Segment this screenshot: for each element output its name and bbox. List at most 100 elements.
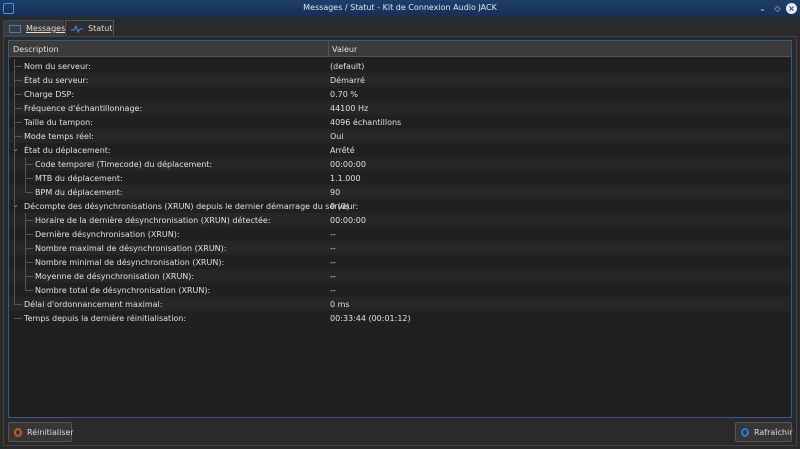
expand-chevron-icon[interactable]: ⌄ xyxy=(12,200,19,209)
row-description: État du serveur: xyxy=(24,76,89,85)
maximize-icon[interactable]: ◇ xyxy=(772,3,783,14)
tree-branch-line xyxy=(25,192,33,193)
tab-statut[interactable]: Statut xyxy=(65,20,114,37)
row-value: 0 ms xyxy=(330,300,350,309)
row-value: 0.70 % xyxy=(330,90,358,99)
tree-row[interactable]: Code temporel (Timecode) du déplacement:… xyxy=(9,157,791,171)
row-value: -- xyxy=(330,272,336,281)
tree-branch-line xyxy=(25,276,33,277)
row-value: -- xyxy=(330,286,336,295)
row-description: Nombre maximal de désynchronisation (XRU… xyxy=(35,244,227,253)
tree-row[interactable]: Mode temps réel: Oui xyxy=(9,129,791,143)
tree-branch-line xyxy=(25,234,33,235)
close-icon[interactable]: × xyxy=(786,3,797,14)
tree-branch-line xyxy=(14,66,22,67)
tree-branch-line xyxy=(25,262,33,263)
minimize-icon[interactable]: ⌄ xyxy=(757,3,768,14)
tree-guide-line xyxy=(25,213,26,290)
tree-branch-line xyxy=(14,318,22,319)
row-value: 4096 échantillons xyxy=(330,118,402,127)
tree-row[interactable]: ⌄ Décompte des désynchronisations (XRUN) … xyxy=(9,199,791,213)
tree-row[interactable]: Nombre maximal de désynchronisation (XRU… xyxy=(9,241,791,255)
header-value[interactable]: Valeur xyxy=(332,45,357,54)
tree-row[interactable]: Nom du serveur: (default) xyxy=(9,59,791,73)
tree-row[interactable]: Nombre minimal de désynchronisation (XRU… xyxy=(9,255,791,269)
row-description: Décompte des désynchronisations (XRUN) d… xyxy=(24,202,359,211)
tree-row[interactable]: Dernière désynchronisation (XRUN): -- xyxy=(9,227,791,241)
row-description: BPM du déplacement: xyxy=(35,188,123,197)
tree-branch-line xyxy=(14,94,22,95)
tree-row[interactable]: Délai d'ordonnancement maximal: 0 ms xyxy=(9,297,791,311)
row-description: État du déplacement: xyxy=(24,146,111,155)
row-description: Nombre total de désynchronisation (XRUN)… xyxy=(35,286,211,295)
row-value: 00:00:00 xyxy=(330,160,366,169)
row-description: Nom du serveur: xyxy=(24,62,91,71)
row-description: Mode temps réel: xyxy=(24,132,94,141)
refresh-button[interactable]: Rafraîchir xyxy=(735,422,793,442)
tree-branch-line xyxy=(25,290,33,291)
row-value: Arrêté xyxy=(330,146,355,155)
tree-row[interactable]: Charge DSP: 0.70 % xyxy=(9,87,791,101)
tree-branch-line xyxy=(14,136,22,137)
row-value: Oui xyxy=(330,132,344,141)
row-value: 0 (0) xyxy=(330,202,349,211)
reset-label: Réinitialiser xyxy=(27,428,74,437)
row-value: 44100 Hz xyxy=(330,104,369,113)
row-description: Nombre minimal de désynchronisation (XRU… xyxy=(35,258,225,267)
messages-icon xyxy=(9,25,21,33)
tree-branch-line xyxy=(25,164,33,165)
refresh-label: Rafraîchir xyxy=(754,428,793,437)
tab-statut-label: Statut xyxy=(88,24,113,33)
tree-row[interactable]: Nombre total de désynchronisation (XRUN)… xyxy=(9,283,791,297)
row-description: Horaire de la dernière désynchronisation… xyxy=(35,216,271,225)
tab-messages[interactable]: Messages xyxy=(3,20,66,36)
row-value: -- xyxy=(330,230,336,239)
tree-row[interactable]: ⌄ État du déplacement: Arrêté xyxy=(9,143,791,157)
row-description: Fréquence d'échantillonnage: xyxy=(24,104,143,113)
row-description: Temps depuis la dernière réinitialisatio… xyxy=(24,314,187,323)
tree-guide-line xyxy=(25,157,26,192)
tree-row[interactable]: Moyenne de désynchronisation (XRUN): -- xyxy=(9,269,791,283)
expand-chevron-icon[interactable]: ⌄ xyxy=(12,144,19,153)
row-description: Code temporel (Timecode) du déplacement: xyxy=(35,160,213,169)
reset-icon xyxy=(14,428,22,437)
header-description[interactable]: Description xyxy=(13,45,59,54)
row-value: 1.1.000 xyxy=(330,174,361,183)
row-description: Délai d'ordonnancement maximal: xyxy=(24,300,163,309)
row-description: Dernière désynchronisation (XRUN): xyxy=(35,230,180,239)
status-tree[interactable]: Description Valeur Nom du serveur: (defau… xyxy=(8,40,792,418)
tree-branch-line xyxy=(14,304,22,305)
tree-branch-line xyxy=(14,122,22,123)
row-description: Charge DSP: xyxy=(24,90,75,99)
row-value: 90 xyxy=(330,188,341,197)
row-value: -- xyxy=(330,258,336,267)
tree-row[interactable]: Taille du tampon: 4096 échantillons xyxy=(9,115,791,129)
row-value: 00:33:44 (00:01:12) xyxy=(330,314,411,323)
tree-header: Description Valeur xyxy=(9,41,791,57)
tree-row[interactable]: Temps depuis la dernière réinitialisatio… xyxy=(9,311,791,325)
row-description: MTB du déplacement: xyxy=(35,174,123,183)
tree-branch-line xyxy=(25,248,33,249)
status-wave-icon xyxy=(71,25,83,33)
tree-branch-line xyxy=(25,220,33,221)
tree-row[interactable]: MTB du déplacement: 1.1.000 xyxy=(9,171,791,185)
row-value: (default) xyxy=(330,62,365,71)
tree-branch-line xyxy=(25,178,33,179)
window-title: Messages / Statut - Kit de Connexion Aud… xyxy=(303,3,497,12)
row-description: Moyenne de désynchronisation (XRUN): xyxy=(35,272,195,281)
tree-row[interactable]: Horaire de la dernière désynchronisation… xyxy=(9,213,791,227)
refresh-icon xyxy=(741,428,749,437)
reset-button[interactable]: Réinitialiser xyxy=(8,422,74,442)
tree-row[interactable]: Fréquence d'échantillonnage: 44100 Hz xyxy=(9,101,791,115)
tree-row[interactable]: BPM du déplacement: 90 xyxy=(9,185,791,199)
tree-guide-line xyxy=(14,59,15,304)
row-value: Démarré xyxy=(330,76,365,85)
row-value: -- xyxy=(330,244,336,253)
tab-messages-label: Messages xyxy=(26,24,66,33)
row-description: Taille du tampon: xyxy=(24,118,93,127)
tree-branch-line xyxy=(14,108,22,109)
row-value: 00:00:00 xyxy=(330,216,366,225)
tree-row[interactable]: État du serveur: Démarré xyxy=(9,73,791,87)
title-bar: Messages / Statut - Kit de Connexion Aud… xyxy=(0,0,800,17)
tree-branch-line xyxy=(14,80,22,81)
